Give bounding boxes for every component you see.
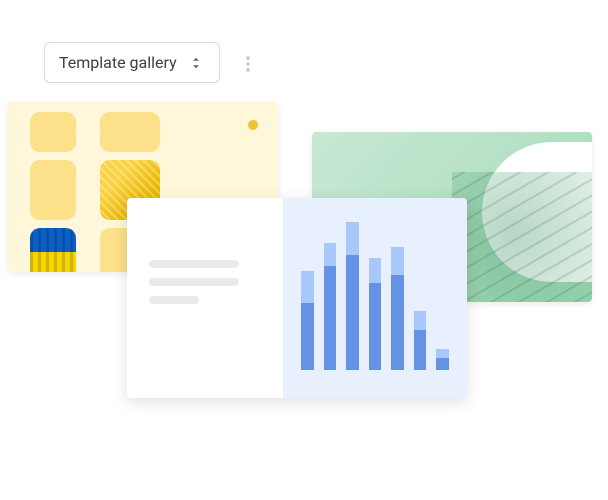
chart-bar (346, 222, 359, 370)
chart-bar (414, 311, 427, 370)
chart-bar-segment-dark (436, 358, 449, 370)
chart-bar-segment-dark (346, 255, 359, 370)
chart-bar-segment-light (414, 311, 427, 329)
template-card-chart[interactable] (127, 198, 467, 398)
chart-bar (436, 349, 449, 370)
chart-bar-segment-light (301, 271, 314, 303)
bar-chart (283, 198, 467, 398)
more-options-button[interactable] (232, 48, 264, 80)
chart-bar-segment-light (391, 247, 404, 276)
chart-bar (324, 243, 337, 370)
chart-text-panel (127, 198, 283, 398)
chart-bar-segment-dark (391, 275, 404, 370)
template-gallery-label: Template gallery (59, 53, 177, 72)
yellow-tile (30, 160, 76, 220)
chart-bar-segment-dark (324, 266, 337, 370)
placeholder-line (149, 260, 239, 268)
decorative-leaf (452, 172, 592, 302)
chart-bar-segment-dark (301, 303, 314, 370)
chart-bar-segment-light (346, 222, 359, 254)
yellow-tile-photo (30, 228, 76, 272)
decorative-dot (248, 120, 258, 130)
chart-bar (301, 271, 314, 370)
template-gallery-button[interactable]: Template gallery (44, 42, 220, 83)
chart-bar-segment-light (369, 258, 382, 283)
chart-bar-segment-light (324, 243, 337, 266)
unfold-more-icon (187, 54, 205, 72)
chart-bar-segment-dark (414, 330, 427, 370)
chart-bar (369, 258, 382, 370)
placeholder-line (149, 278, 239, 286)
chart-bar-segment-light (436, 349, 449, 358)
chart-bar-segment-dark (369, 283, 382, 370)
more-vert-icon (238, 54, 258, 74)
chart-bar (391, 247, 404, 370)
placeholder-line (149, 296, 199, 304)
yellow-tile (30, 112, 76, 152)
yellow-tile (100, 112, 160, 152)
